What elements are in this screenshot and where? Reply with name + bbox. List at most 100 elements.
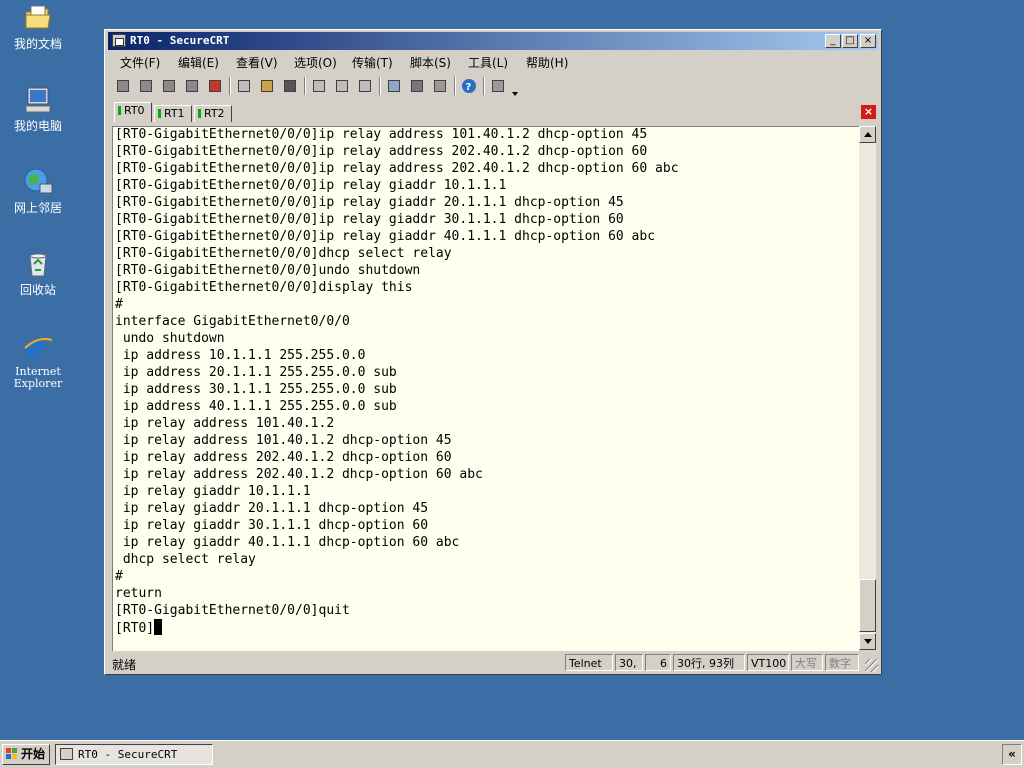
scroll-down-arrow-icon[interactable] [859,633,876,650]
printer-icon[interactable] [356,77,374,95]
minimize-button[interactable]: _ [825,34,841,48]
disconnect-icon[interactable] [206,77,224,95]
menu-view[interactable]: 查看(V) [236,54,278,71]
help-icon[interactable]: ? [460,77,478,95]
terminal-line: # [115,297,123,312]
status-protocol: Telnet [565,654,613,671]
toolbar-separator [483,77,485,95]
toolbar-separator [229,77,231,95]
terminal-line: ip relay giaddr 20.1.1.1 dhcp-option 45 [115,501,429,516]
svg-text:?: ? [466,82,472,93]
terminal-output[interactable]: [RT0-GigabitEthernet0/0/0]ip relay addre… [112,126,859,651]
computer-icon [22,84,54,116]
menu-transfer[interactable]: 传输(T) [352,54,393,71]
reconnect-icon[interactable] [183,77,201,95]
menu-script[interactable]: 脚本(S) [410,54,451,71]
desktop-icon-recycle-bin[interactable]: 回收站 [8,248,68,297]
tray-expand-button[interactable]: « [1002,744,1022,765]
scrollbar-thumb[interactable] [859,579,876,632]
menu-bar: 文件(F) 编辑(E) 查看(V) 选项(O) 传输(T) 脚本(S) 工具(L… [108,51,878,71]
desktop-icon-my-documents[interactable]: 我的文档 [8,2,68,51]
status-emulation: VT100 [747,654,789,671]
status-size: 30行, 93列 [673,654,745,671]
desktop-icon-network[interactable]: 网上邻居 [8,166,68,215]
key-icon[interactable] [431,77,449,95]
tab-label: RT0 [124,104,145,117]
toolbar-overflow-chevron-icon[interactable] [510,83,520,101]
terminal-line: [RT0-GigabitEthernet0/0/0]ip relay giadd… [115,195,624,210]
session-status-icon [198,109,201,118]
desktop-icon-label: Internet Explorer [13,365,63,390]
desktop-icon-internet-explorer[interactable]: e Internet Explorer [8,330,68,390]
terminal-line: ip relay giaddr 30.1.1.1 dhcp-option 60 [115,518,429,533]
print-selection-icon[interactable] [333,77,351,95]
status-row: 30, [615,654,643,671]
global-options-icon[interactable] [408,77,426,95]
terminal-line: interface GigabitEthernet0/0/0 [115,314,350,329]
terminal-line: ip address 20.1.1.1 255.255.0.0 sub [115,365,397,380]
quick-connect-icon[interactable] [137,77,155,95]
menu-edit[interactable]: 编辑(E) [178,54,219,71]
desktop-icon-my-computer[interactable]: 我的电脑 [8,84,68,133]
terminal-line: [RT0-GigabitEthernet0/0/0]quit [115,603,350,618]
session-tab-bar: RT0 RT1 RT2 × [108,101,878,123]
desktop-icon-label: 我的电脑 [13,119,62,133]
text-cursor [154,619,163,635]
terminal-line: undo shutdown [115,331,225,346]
terminal-line: ip relay address 101.40.1.2 [115,416,335,431]
keymap-icon[interactable] [489,77,507,95]
tab-rt0[interactable]: RT0 [114,102,152,122]
desktop-icon-label: 网上邻居 [13,201,62,215]
session-status-icon [118,106,121,115]
terminal-line: [RT0-GigabitEthernet0/0/0]ip relay addre… [115,127,648,142]
menu-help[interactable]: 帮助(H) [526,54,568,71]
paste-icon[interactable] [258,77,276,95]
terminal-prompt-line: [RT0] [115,619,163,636]
securecrt-app-icon [60,748,73,760]
terminal-line: ip address 30.1.1.1 255.255.0.0 sub [115,382,397,397]
ie-icon: e [22,330,54,364]
taskbar-button-securecrt[interactable]: RT0 - SecureCRT [55,744,213,765]
terminal-line: [RT0-GigabitEthernet0/0/0]display this [115,280,413,295]
session-options-icon[interactable] [385,77,403,95]
menu-options[interactable]: 选项(O) [294,54,337,71]
terminal-line: [RT0-GigabitEthernet0/0/0]ip relay addre… [115,144,648,159]
scroll-up-arrow-icon[interactable] [859,126,876,143]
print-icon[interactable] [310,77,328,95]
terminal-line: ip address 40.1.1.1 255.255.0.0 sub [115,399,397,414]
securecrt-app-icon [112,34,126,47]
title-bar[interactable]: RT0 - SecureCRT _ □ × [108,32,878,50]
connect-icon[interactable] [114,77,132,95]
resize-grip-icon[interactable] [865,659,878,672]
terminal-line: [RT0-GigabitEthernet0/0/0]dhcp select re… [115,246,452,261]
tab-label: RT2 [204,107,225,120]
start-button[interactable]: 开始 [2,744,50,765]
terminal-line: ip relay address 101.40.1.2 dhcp-option … [115,433,452,448]
menu-file[interactable]: 文件(F) [120,54,160,71]
find-icon[interactable] [281,77,299,95]
vertical-scrollbar[interactable] [859,126,876,650]
windows-logo-icon [6,748,18,760]
close-button[interactable]: × [860,34,876,48]
close-tab-icon[interactable]: × [861,105,876,119]
terminal-line: ip relay giaddr 10.1.1.1 [115,484,311,499]
terminal-line: [RT0-GigabitEthernet0/0/0]ip relay addre… [115,161,679,176]
status-caps: 大写 [791,654,823,671]
copy-icon[interactable] [235,77,253,95]
start-label: 开始 [21,747,46,761]
menu-tools[interactable]: 工具(L) [468,54,508,71]
terminal-line: [RT0-GigabitEthernet0/0/0]ip relay giadd… [115,212,624,227]
session-status-icon [158,109,161,118]
terminal-line: return [115,586,162,601]
recycle-bin-icon [22,248,54,280]
status-bar: 就绪 Telnet 30, 6 30行, 93列 VT100 大写 数字 [108,653,878,672]
tab-rt1[interactable]: RT1 [154,105,192,122]
terminal-line: ip relay address 202.40.1.2 dhcp-option … [115,467,483,482]
connect-tab-icon[interactable] [160,77,178,95]
network-icon [22,166,54,198]
terminal-line: dhcp select relay [115,552,256,567]
toolbar-separator [379,77,381,95]
terminal-prompt: [RT0] [115,621,155,636]
maximize-button[interactable]: □ [842,34,858,48]
tab-rt2[interactable]: RT2 [194,105,232,122]
